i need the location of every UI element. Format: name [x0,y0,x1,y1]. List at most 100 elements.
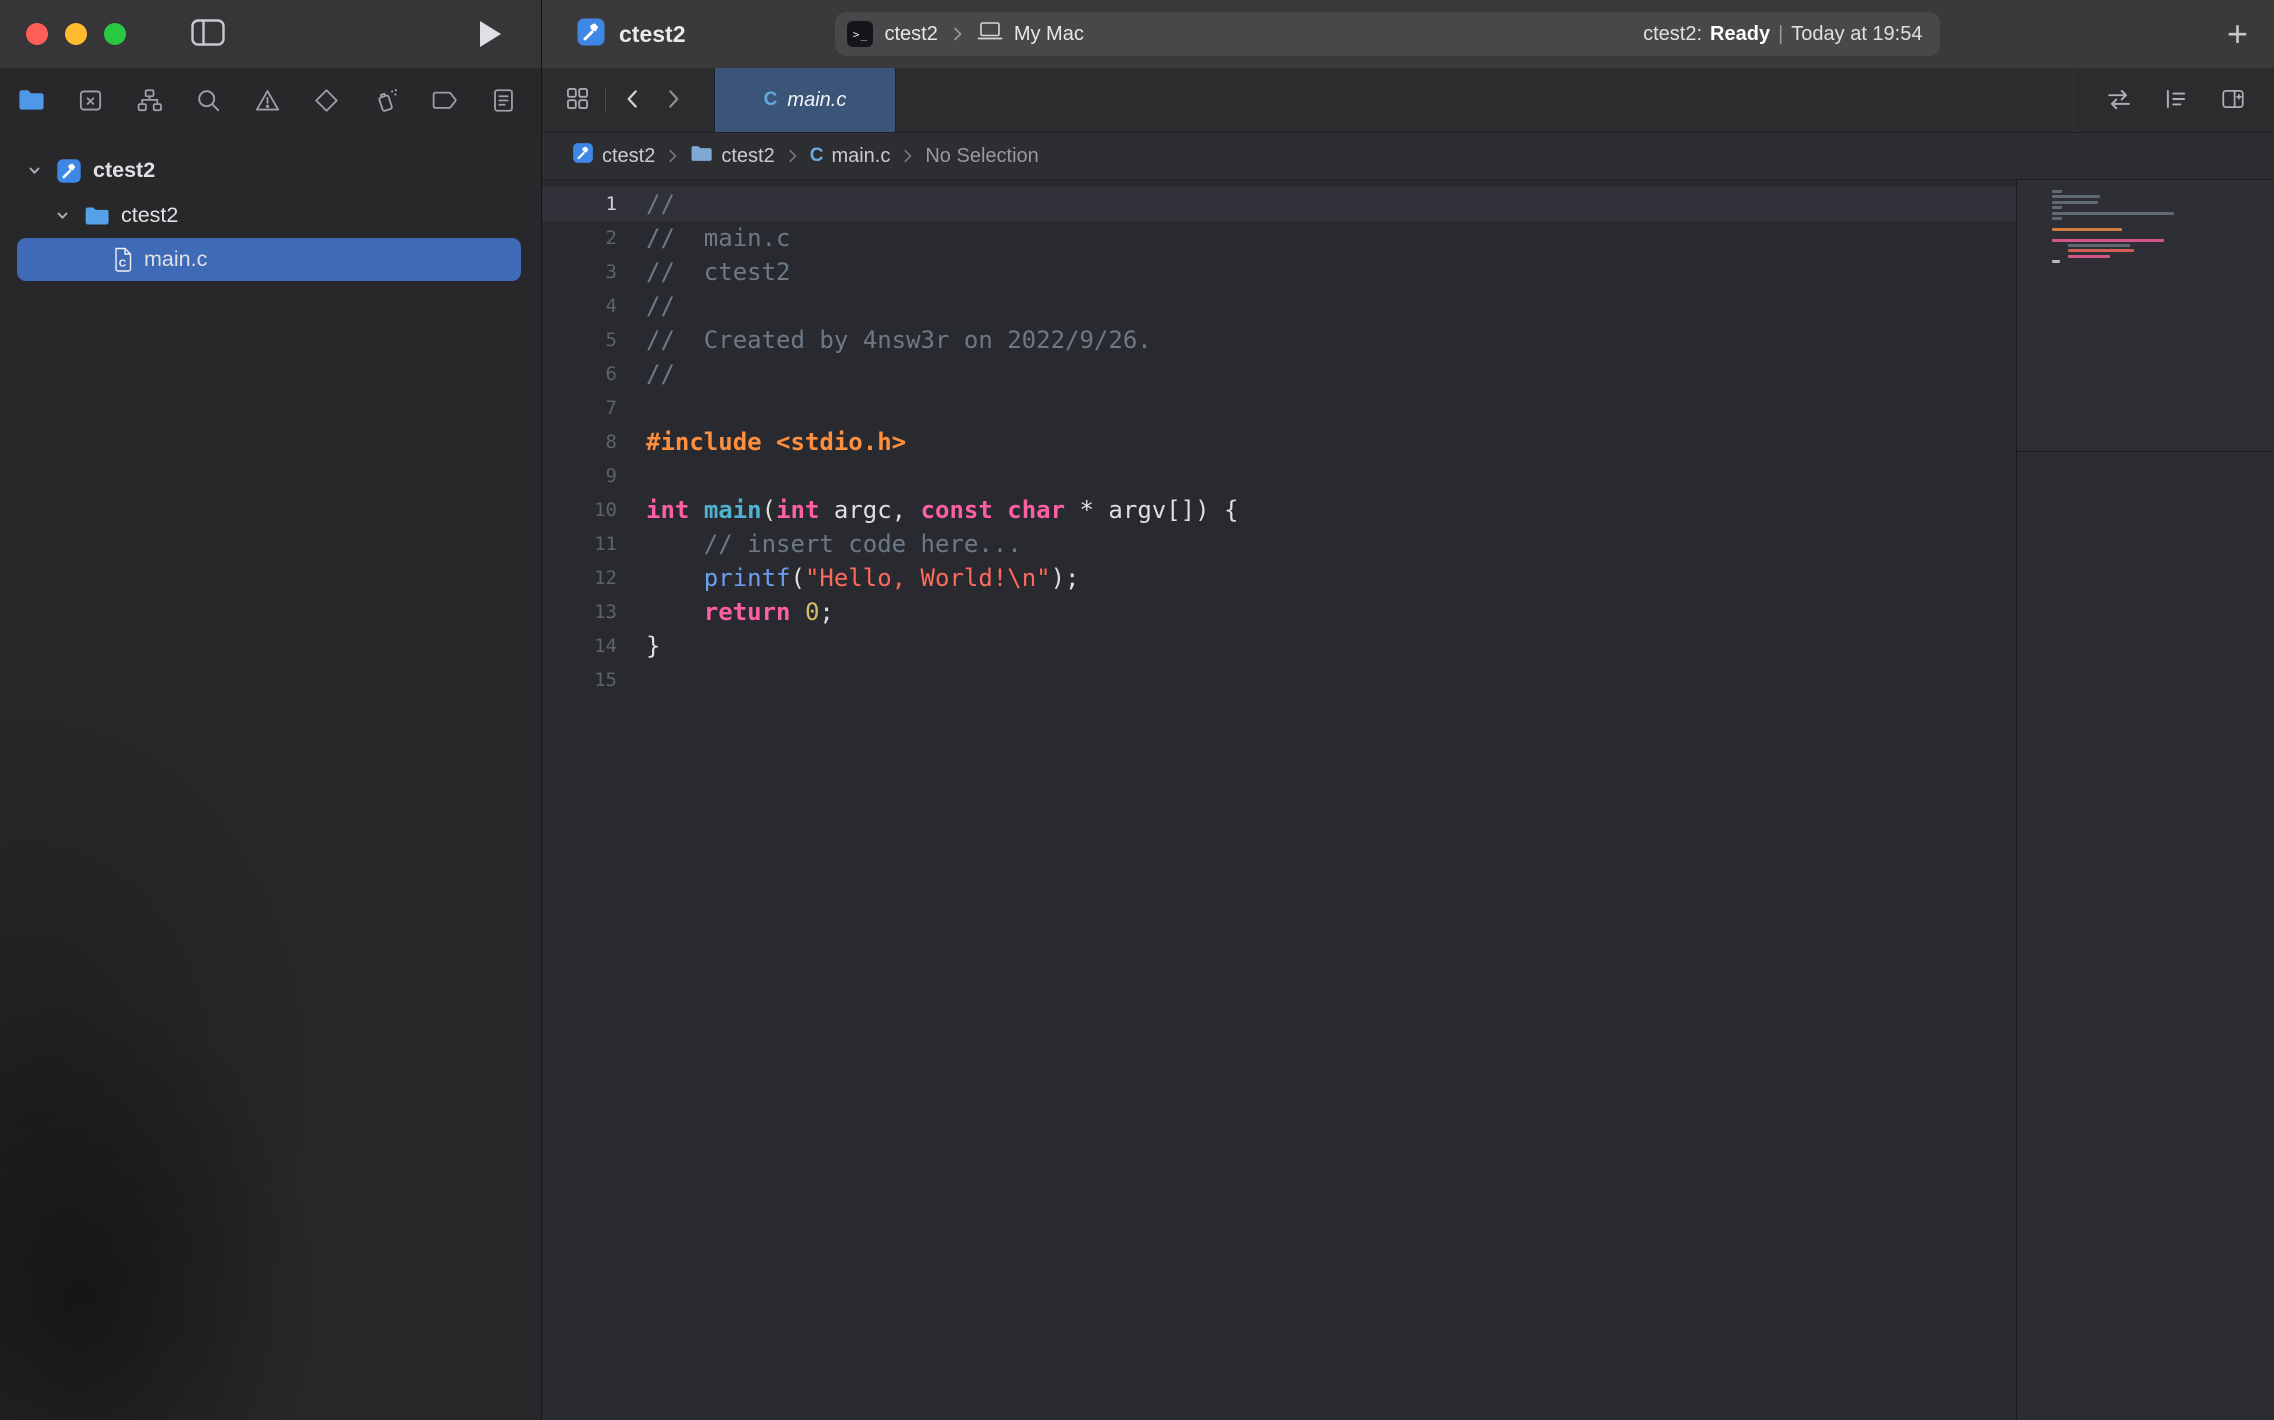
chevron-down-icon[interactable] [24,163,44,178]
window-title: ctest2 [619,21,685,48]
minimap-line [2052,201,2098,204]
add-editor-button[interactable] [2218,86,2248,115]
line-number: 3 [542,255,617,289]
sidebar-titlebar [0,0,541,68]
code-line[interactable]: 12 printf("Hello, World!\n"); [542,561,2016,595]
find-navigator-button[interactable] [193,85,223,115]
titlebar: ctest2 >_ ctest2 My Mac ctest2: Ready | … [542,0,2274,68]
minimap-line [2068,249,2134,252]
square-x-icon [76,86,105,115]
breadcrumb-selection[interactable]: No Selection [925,145,1038,168]
project-navigator-button[interactable] [16,85,46,115]
minimap[interactable] [2016,180,2274,1420]
code-line[interactable]: 3// ctest2 [542,255,2016,289]
tab-label: main.c [787,89,846,112]
run-button[interactable] [480,21,501,47]
chevron-down-icon[interactable] [52,208,72,223]
code-line[interactable]: 13 return 0; [542,595,2016,629]
code-line[interactable]: 11 // insert code here... [542,527,2016,561]
code-line[interactable]: 6// [542,357,2016,391]
code-line[interactable]: 15 [542,663,2016,697]
forward-button[interactable] [660,86,686,115]
code-line[interactable]: 7 [542,391,2016,425]
zoom-button[interactable] [104,23,126,45]
line-number: 7 [542,391,617,425]
test-navigator-button[interactable] [311,85,341,115]
tree-item-group[interactable]: ctest2 [0,193,541,238]
chevron-right-icon [786,147,799,165]
close-button[interactable] [26,23,48,45]
back-button[interactable] [620,86,646,115]
status-separator: | [1778,23,1783,46]
code-review-button[interactable] [2104,86,2134,115]
code-line[interactable]: 4// [542,289,2016,323]
status-project: ctest2: [1643,23,1702,46]
svg-text:C: C [119,257,127,269]
code-text: // ctest2 [617,255,791,289]
breadcrumb-folder[interactable]: ctest2 [690,144,774,169]
tab-overview-button[interactable] [564,85,591,115]
report-navigator-button[interactable] [488,85,518,115]
code-line[interactable]: 5// Created by 4nsw3r on 2022/9/26. [542,323,2016,357]
tree-item-project[interactable]: ctest2 [0,148,541,193]
code-line[interactable]: 2// main.c [542,221,2016,255]
spray-can-icon [371,86,400,115]
code-text: // [617,357,675,391]
source-control-navigator-button[interactable] [75,85,105,115]
editor-options-button[interactable] [2162,86,2190,115]
breakpoint-navigator-button[interactable] [429,85,459,115]
scheme-destination[interactable]: My Mac [1014,23,1084,46]
scheme-name[interactable]: ctest2 [884,23,937,46]
line-number: 8 [542,425,617,459]
code-text: } [617,629,660,663]
navigator-toolbar [0,68,541,132]
scheme-selector[interactable]: >_ ctest2 My Mac [847,21,1083,47]
toggle-sidebar-button[interactable] [191,19,225,49]
arrows-swap-icon [2104,86,2134,115]
minimize-button[interactable] [65,23,87,45]
tree-item-main-c[interactable]: C main.c [17,238,521,281]
code-lines[interactable]: 1//2// main.c3// ctest24//5// Created by… [542,180,2016,1420]
minimap-line [2052,195,2100,198]
editor-area: 1//2// main.c3// ctest24//5// Created by… [542,180,2274,1420]
code-line[interactable]: 10int main(int argc, const char * argv[]… [542,493,2016,527]
code-line[interactable]: 9 [542,459,2016,493]
tab-main-c[interactable]: C main.c [714,68,896,132]
code-line[interactable]: 14} [542,629,2016,663]
hierarchy-icon [135,86,164,115]
tree-item-label: ctest2 [93,158,155,183]
line-number: 2 [542,221,617,255]
code-text [617,663,646,697]
breadcrumb-project[interactable]: ctest2 [572,142,655,170]
code-text: printf("Hello, World!\n"); [617,561,1080,595]
code-line[interactable]: 8#include <stdio.h> [542,425,2016,459]
scheme-status-bar: >_ ctest2 My Mac ctest2: Ready | Today a… [835,12,1940,56]
main-area: ctest2 >_ ctest2 My Mac ctest2: Ready | … [542,0,2274,1420]
divider [605,87,606,113]
warning-triangle-icon [253,86,282,115]
activity-status: ctest2: Ready | Today at 19:54 [1643,23,1922,46]
minimap-line [2052,217,2062,220]
symbol-navigator-button[interactable] [134,85,164,115]
tab-bar: C main.c [542,68,2274,133]
minimap-line [2052,212,2174,215]
navigator-sidebar: ctest2 ctest2 C main.c [0,0,542,1420]
line-number: 15 [542,663,617,697]
play-icon [480,21,501,47]
code-text [617,459,646,493]
chevron-right-icon [660,86,686,115]
folder-icon [84,205,110,227]
code-line[interactable]: 1// [542,187,2016,221]
status-time: Today at 19:54 [1791,23,1922,46]
minimap-line [2052,190,2062,193]
minimap-line [2068,244,2130,247]
library-add-button[interactable]: + [2227,16,2248,52]
editor-controls [2073,68,2274,132]
code-text: // [617,187,675,221]
tree-item-label: main.c [144,247,207,272]
line-number: 4 [542,289,617,323]
issue-navigator-button[interactable] [252,85,282,115]
code-text [617,391,646,425]
debug-navigator-button[interactable] [370,85,400,115]
breadcrumb-file[interactable]: C main.c [810,145,891,168]
